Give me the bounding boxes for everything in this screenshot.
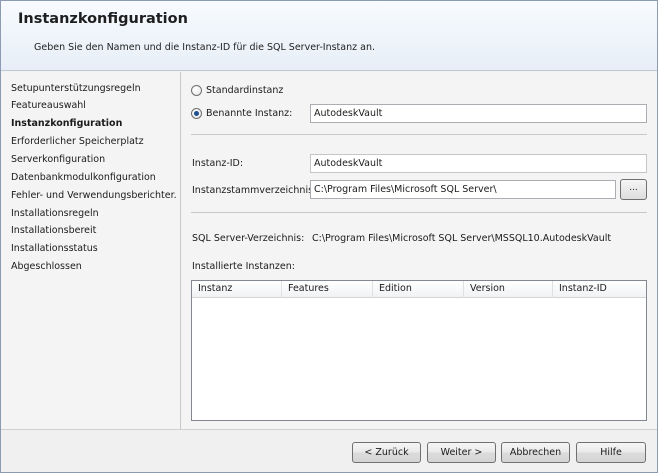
named-instance-input[interactable]: AutodeskVault <box>310 104 647 123</box>
back-button[interactable]: < Zurück <box>352 442 421 463</box>
browse-button[interactable]: ... <box>620 179 647 200</box>
column-header-edition[interactable]: Edition <box>373 281 464 298</box>
sidebar-item-featureauswahl[interactable]: Featureauswahl <box>11 98 176 114</box>
separator <box>191 212 647 213</box>
column-header-instanz[interactable]: Instanz <box>192 281 282 298</box>
column-header-version[interactable]: Version <box>464 281 553 298</box>
footer: < Zurück Weiter > Abbrechen Hilfe <box>1 429 657 472</box>
named-instance-radio[interactable] <box>191 107 202 119</box>
installed-instances-table[interactable]: Instanz Features Edition Version Instanz… <box>191 280 647 421</box>
installed-instances-label: Installierte Instanzen: <box>192 261 295 272</box>
setup-window: Instanzkonfiguration Geben Sie den Namen… <box>0 0 658 473</box>
sidebar-item-fehlerberichterstattung[interactable]: Fehler- und Verwendungsberichter... <box>11 188 176 204</box>
header: Instanzkonfiguration Geben Sie den Namen… <box>1 1 657 71</box>
next-button[interactable]: Weiter > <box>427 442 496 463</box>
sidebar-item-abgeschlossen[interactable]: Abgeschlossen <box>11 259 176 275</box>
instance-id-label: Instanz-ID: <box>192 158 244 169</box>
sidebar-item-setupunterstuetzungsregeln[interactable]: Setupunterstützungsregeln <box>11 81 176 97</box>
sidebar-item-datenbankmodulkonfiguration[interactable]: Datenbankmodulkonfiguration <box>11 170 176 186</box>
help-button[interactable]: Hilfe <box>576 442 646 463</box>
sidebar-item-installationsstatus[interactable]: Installationsstatus <box>11 241 176 257</box>
default-instance-label: Standardinstanz <box>206 84 284 96</box>
sidebar-item-instanzkonfiguration[interactable]: Instanzkonfiguration <box>11 116 176 132</box>
sidebar-item-erforderlicher-speicherplatz[interactable]: Erforderlicher Speicherplatz <box>11 134 176 150</box>
cancel-button[interactable]: Abbrechen <box>501 442 570 463</box>
page-subtitle: Geben Sie den Namen und die Instanz-ID f… <box>34 42 375 53</box>
sidebar: Setupunterstützungsregeln Featureauswahl… <box>1 72 181 429</box>
named-instance-label: Benannte Instanz: <box>206 107 293 119</box>
instance-id-input[interactable]: AutodeskVault <box>310 154 647 173</box>
default-instance-radio[interactable] <box>191 84 202 96</box>
sql-directory-label: SQL Server-Verzeichnis: <box>192 233 305 244</box>
sidebar-item-installationsregeln[interactable]: Installationsregeln <box>11 206 176 222</box>
separator <box>191 134 647 135</box>
instance-root-label: Instanzstammverzeichnis: <box>192 185 317 196</box>
main-panel: Standardinstanz Benannte Instanz: Autode… <box>182 72 657 429</box>
table-header: Instanz Features Edition Version Instanz… <box>192 281 646 298</box>
named-instance-option[interactable]: Benannte Instanz: <box>191 105 292 121</box>
column-header-instanz-id[interactable]: Instanz-ID <box>553 281 646 298</box>
column-header-features[interactable]: Features <box>282 281 373 298</box>
default-instance-option[interactable]: Standardinstanz <box>191 82 283 98</box>
sql-directory-value: C:\Program Files\Microsoft SQL Server\MS… <box>312 233 612 244</box>
page-title: Instanzkonfiguration <box>18 11 188 27</box>
instance-root-input[interactable]: C:\Program Files\Microsoft SQL Server\ <box>310 180 616 199</box>
sidebar-item-serverkonfiguration[interactable]: Serverkonfiguration <box>11 152 176 168</box>
sidebar-item-installationsbereit[interactable]: Installationsbereit <box>11 223 176 239</box>
